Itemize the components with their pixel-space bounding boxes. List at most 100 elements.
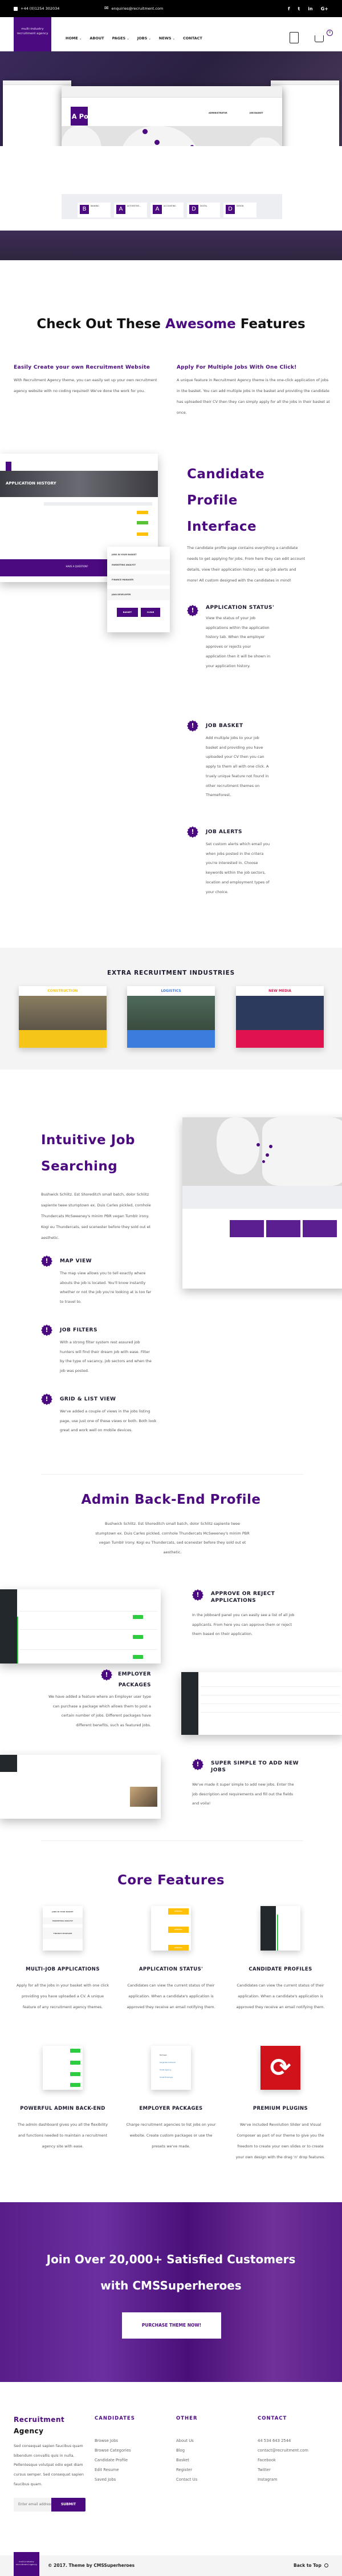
job-search-heading: Intuitive Job Searching [41, 1133, 135, 1174]
sector-card[interactable]: A AUTOMOTIVE... [114, 203, 147, 217]
sector-card[interactable]: A ACCOUNTING [150, 203, 184, 217]
admin-feature-add-jobs: ! SUPER SIMPLE TO ADD NEW JOBS We've mad… [192, 1759, 312, 1808]
nav-contact[interactable]: CONTACT [183, 36, 202, 41]
footer-link[interactable]: Browse Categories [95, 2446, 135, 2456]
footer-twitter-link[interactable]: Twitter [258, 2465, 308, 2475]
alert-badge-icon: ! [192, 1759, 203, 1770]
cta-heading: Join Over 20,000+ Satisfied Customers wi… [46, 2252, 296, 2292]
core-thumb [43, 2046, 83, 2090]
nav-jobs[interactable]: JOBS ⌄ [137, 36, 151, 41]
admin-add-job-screenshot [0, 1755, 161, 1819]
site-logo[interactable]: multi-industry recruitment agency [14, 17, 51, 54]
core-feature-status: PENDING PENDING PENDING APPLICATION STAT… [120, 1906, 222, 2013]
sector-card[interactable]: D DIGITAL [187, 203, 220, 217]
feature-create-website: Easily Create your own Recruitment Websi… [14, 365, 157, 393]
section-divider [41, 1474, 303, 1475]
alert-badge-icon: ! [187, 605, 198, 616]
footer-col-contact: CONTACT 44 534 643 2544 contact@recruitm… [258, 2416, 308, 2485]
footer-email[interactable]: contact@recruitment.com [258, 2446, 308, 2456]
newsletter-email-input[interactable] [14, 2497, 51, 2512]
login-icon[interactable] [290, 32, 299, 43]
industry-card-logistics[interactable]: LOGISTICS [127, 986, 215, 1048]
core-thumb: Package Large Recruitment Small Agency S… [151, 2046, 191, 2090]
candidate-feature-status: ! APPLICATION STATUS' View the status of… [187, 605, 290, 671]
nav-news[interactable]: NEWS ⌄ [159, 36, 175, 41]
core-thumb: JOBS IN YOUR BASKET MARKETING ANALYST FI… [43, 1906, 83, 1951]
sector-card[interactable]: B BANKING [78, 203, 111, 217]
topbar-email[interactable]: ✉ enquiries@recruitment.com [104, 6, 163, 11]
arrow-up-circle-icon [324, 2563, 328, 2567]
admin-packages-screenshot [181, 1672, 342, 1735]
footer-col-candidates: CANDIDATES Browse Jobs Browse Categories… [95, 2416, 135, 2485]
map-pin[interactable] [154, 140, 160, 145]
core-heading: Core Features [117, 1873, 225, 1888]
feature-one-click-apply: Apply For Multiple Jobs With One Click! … [177, 365, 330, 415]
purchase-theme-button[interactable]: PURCHASE THEME NOW! [122, 2312, 221, 2339]
footer-facebook-link[interactable]: Facebook [258, 2456, 308, 2465]
job-search-feature-map: ! MAP VIEW The map view allows you to te… [41, 1255, 166, 1307]
basket-icon[interactable] [315, 35, 324, 42]
footer-about: Recruitment Agency Sed consequat sapien f… [14, 2414, 88, 2512]
footer-link[interactable]: Candidate Profile [95, 2456, 135, 2465]
footer-link[interactable]: Saved Jobs [95, 2475, 135, 2485]
core-feature-admin: POWERFUL ADMIN BACK-END The admin dashbo… [11, 2046, 114, 2152]
main-nav: HOME ⌄ ABOUT PAGES ⌄ JOBS ⌄ NEWS ⌄ CONTA… [66, 36, 202, 41]
nav-about[interactable]: ABOUT [89, 36, 104, 41]
footer-instagram-link[interactable]: Instagram [258, 2475, 308, 2485]
back-to-top-link[interactable]: Back to Top [294, 2563, 328, 2568]
job-search-text: Bushwick Schlitz. Est Shoreditch small b… [41, 1192, 151, 1240]
footer-link[interactable]: About Us [176, 2436, 198, 2446]
topbar-phone[interactable]: +44 (0)1254 302034 [14, 6, 59, 11]
envelope-icon: ✉ [104, 6, 109, 11]
linkedin-icon[interactable]: in [308, 6, 312, 11]
phone-number: +44 (0)1254 302034 [21, 6, 60, 11]
alert-badge-icon: ! [41, 1255, 52, 1267]
twitter-icon[interactable]: t [298, 6, 300, 11]
core-feature-candidate-profiles: CANDIDATE PROFILES Candidates can view t… [229, 1906, 332, 2013]
admin-feature-packages: ! EMPLOYER PACKAGES We have added a feat… [46, 1669, 151, 1730]
chevron-down-icon: ⌄ [79, 37, 82, 41]
hero-tagline: A Powerful Multi-Purpose Recruitment Age… [71, 112, 271, 120]
mock-page-heading: APPLICATION HISTORY [6, 481, 56, 486]
nav-home[interactable]: HOME ⌄ [66, 36, 82, 41]
industry-card-construction[interactable]: CONSTRUCTION [19, 986, 107, 1048]
chevron-down-icon: ⌄ [127, 37, 129, 41]
industries-heading: EXTRA RECRUITMENT INDUSTRIES [107, 970, 235, 976]
google-plus-icon[interactable]: G+ [321, 6, 328, 11]
sector-card[interactable]: D DESIGN [223, 203, 256, 217]
alert-badge-icon: ! [192, 1589, 203, 1601]
nav-pages[interactable]: PAGES ⌄ [112, 36, 129, 41]
chevron-down-icon: ⌄ [148, 37, 151, 41]
job-search-feature-grid: ! GRID & LIST VIEW We've added a couple … [41, 1394, 166, 1435]
admin-heading: Admin Back-End Profile [81, 1492, 261, 1507]
browser-address-bar [62, 86, 282, 98]
footer-link[interactable]: Browse Jobs [95, 2436, 135, 2446]
copyright: © 2017. Theme by CMSSuperheroes [48, 2563, 135, 2568]
refresh-icon: ⟳ [260, 2046, 300, 2090]
core-thumb [260, 1906, 300, 1951]
candidate-text: The candidate profile page contains ever… [187, 546, 306, 583]
newsletter-submit-button[interactable]: SUBMIT [51, 2497, 85, 2512]
basket-count-badge: 0 [327, 30, 333, 36]
admin-feature-approve: ! APPROVE OR REJECT APPLICATIONS In the … [192, 1589, 312, 1639]
footer-link[interactable]: Blog [176, 2446, 198, 2456]
footer-link[interactable]: Edit Resume [95, 2465, 135, 2475]
alert-badge-icon: ! [41, 1325, 52, 1336]
email-address: enquiries@recruitment.com [111, 6, 164, 11]
footer-link[interactable]: Contact Us [176, 2475, 198, 2485]
industry-card-new-media[interactable]: NEW MEDIA [236, 986, 324, 1048]
map-pin[interactable] [190, 145, 194, 146]
basket-button[interactable]: BASKET [117, 608, 138, 617]
facebook-icon[interactable]: f [288, 6, 290, 11]
footer-link[interactable]: Register [176, 2465, 198, 2475]
clear-button[interactable]: CLEAR [141, 608, 160, 617]
map-pin[interactable] [142, 129, 148, 134]
footer-logo[interactable]: multi-industry recruitment agency [14, 2552, 39, 2576]
alert-badge-icon: ! [187, 826, 198, 838]
candidate-heading: Candidate Profile Interface [187, 467, 265, 534]
candidate-feature-alerts: ! JOB ALERTS Set custom alerts which ema… [187, 826, 290, 897]
footer-link[interactable]: Basket [176, 2456, 198, 2465]
footer-phone[interactable]: 44 534 643 2544 [258, 2436, 308, 2446]
alert-badge-icon: ! [187, 720, 198, 732]
mock-map: Ireland ENGLAND WALES Netherlands Belgiu… [62, 126, 290, 146]
